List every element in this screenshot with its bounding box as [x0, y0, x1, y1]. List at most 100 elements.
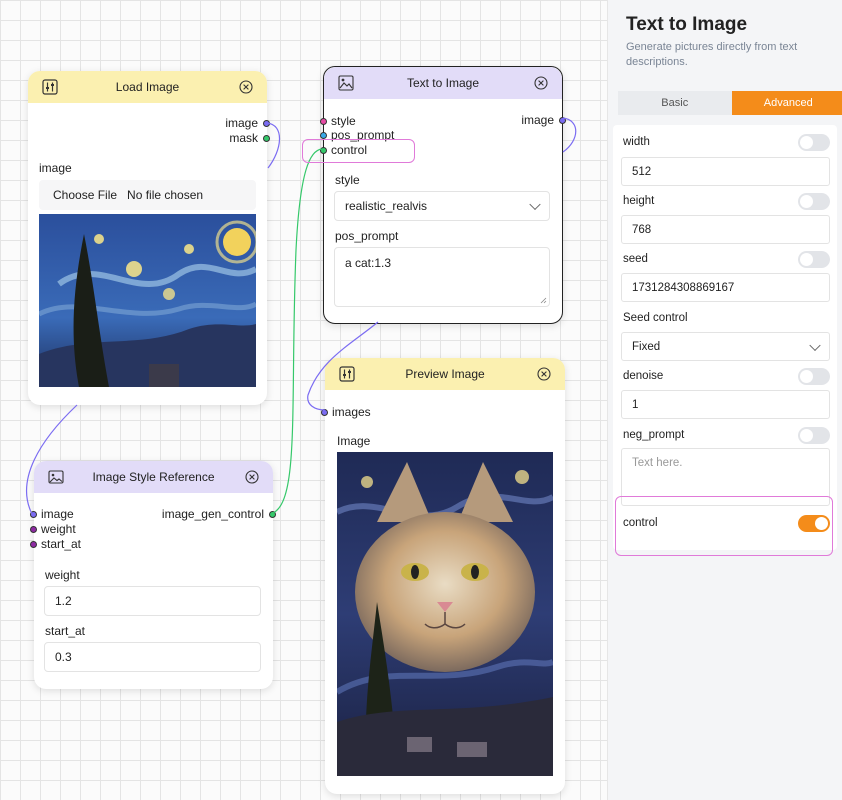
denoise-input[interactable]: 1 [621, 390, 830, 419]
port-dot[interactable] [320, 117, 327, 125]
port-dot[interactable] [30, 540, 37, 548]
node-title: Load Image [115, 80, 180, 94]
start-at-input[interactable]: 0.3 [44, 642, 261, 672]
sliders-icon [339, 366, 355, 382]
seed-input[interactable]: 1731284308869167 [621, 273, 830, 302]
port-label: mask [229, 131, 258, 145]
denoise-value: 1 [632, 398, 639, 411]
choose-file-button[interactable]: Choose File [53, 188, 117, 202]
output-port-image[interactable]: image [225, 116, 270, 130]
seed-label: seed [623, 253, 648, 265]
node-title: Image Style Reference [92, 470, 215, 484]
width-input[interactable]: 512 [621, 157, 830, 186]
tab-advanced[interactable]: Advanced [731, 91, 842, 115]
port-dot[interactable] [30, 510, 37, 518]
input-port-style[interactable]: style [320, 114, 356, 128]
output-port-image-gen-control[interactable]: image_gen_control [162, 507, 276, 521]
sidebar-subtitle: Generate pictures directly from text des… [626, 41, 798, 68]
weight-input[interactable]: 1.2 [44, 586, 261, 616]
image-field-label: Image [337, 434, 371, 448]
weight-field-label: weight [45, 568, 80, 582]
preview-image-node[interactable]: Preview Image images Image [321, 358, 565, 794]
port-dot[interactable] [263, 134, 270, 142]
wire-style-ref-to-control [272, 148, 323, 514]
node-title: Text to Image [406, 76, 480, 90]
node-title: Preview Image [405, 367, 485, 381]
input-port-start-at[interactable]: start_at [30, 537, 81, 551]
input-port-image[interactable]: image [30, 507, 74, 521]
seed-control-select[interactable]: Fixed [621, 332, 830, 361]
port-dot[interactable] [263, 119, 270, 127]
port-label: start_at [41, 537, 82, 551]
height-input[interactable]: 768 [621, 215, 830, 244]
image-icon [338, 75, 354, 91]
seed-toggle[interactable] [798, 251, 830, 268]
chevron-down-icon [529, 198, 541, 211]
port-label: images [332, 405, 371, 419]
sidebar-title: Text to Image [626, 14, 748, 35]
neg-prompt-textarea[interactable]: Text here. [621, 448, 830, 506]
text-to-image-header[interactable]: Text to Image [324, 67, 562, 99]
style-field-label: style [335, 173, 360, 187]
seed-control-value: Fixed [632, 340, 661, 353]
sidebar-tabs: Basic Advanced [618, 91, 842, 115]
pos-prompt-value: a cat:1.3 [345, 256, 392, 270]
port-dot[interactable] [269, 510, 276, 518]
load-image-header[interactable]: Load Image [28, 71, 267, 103]
cat-preview-image [337, 452, 553, 776]
height-toggle[interactable] [798, 193, 830, 210]
advanced-panel: width 512 height 768 seed 17312843088691… [613, 125, 837, 550]
port-dot[interactable] [30, 525, 37, 533]
width-toggle[interactable] [798, 134, 830, 151]
starry-night-thumbnail [39, 214, 256, 387]
input-port-weight[interactable]: weight [30, 522, 76, 536]
text-to-image-node[interactable]: Text to Image style pos_prompt control i… [320, 66, 566, 324]
port-label: image_gen_control [161, 507, 264, 521]
port-label: style [331, 114, 356, 128]
resize-handle-icon[interactable] [540, 297, 547, 304]
weight-value: 1.2 [55, 594, 72, 608]
port-dot[interactable] [321, 408, 328, 416]
port-label: pos_prompt [331, 128, 395, 142]
width-label: width [623, 136, 650, 148]
style-select[interactable]: realistic_realvis [334, 191, 550, 221]
neg-prompt-toggle[interactable] [798, 427, 830, 444]
chevron-down-icon [809, 339, 821, 351]
tab-basic[interactable]: Basic [618, 91, 732, 115]
width-value: 512 [632, 165, 652, 178]
image-style-reference-node[interactable]: Image Style Reference image weight start… [30, 461, 276, 689]
close-icon[interactable] [534, 76, 548, 90]
input-port-images[interactable]: images [321, 405, 371, 419]
seed-value: 1731284308869167 [632, 281, 735, 294]
start-at-value: 0.3 [55, 650, 72, 664]
output-port-mask[interactable]: mask [229, 131, 270, 145]
file-input[interactable]: Choose File No file chosen [39, 180, 256, 210]
style-reference-header[interactable]: Image Style Reference [34, 461, 273, 493]
input-port-control[interactable]: control [320, 143, 367, 157]
preview-image-header[interactable]: Preview Image [325, 358, 565, 390]
port-label: weight [41, 522, 76, 536]
load-image-node[interactable]: Load Image image mask image Choose File … [28, 71, 270, 405]
output-port-image[interactable]: image [521, 113, 566, 127]
neg-prompt-placeholder: Text here. [632, 457, 683, 469]
close-icon[interactable] [245, 470, 259, 484]
close-icon[interactable] [239, 80, 253, 94]
pos-prompt-textarea[interactable]: a cat:1.3 [334, 247, 550, 307]
port-dot[interactable] [320, 131, 327, 139]
image-style-icon [48, 470, 64, 484]
input-port-pos-prompt[interactable]: pos_prompt [320, 128, 394, 142]
port-label: control [331, 143, 368, 157]
control-toggle[interactable] [798, 515, 830, 532]
port-dot[interactable] [559, 116, 566, 124]
seed-control-label: Seed control [623, 312, 688, 324]
port-label: image [521, 113, 554, 127]
control-label: control [623, 517, 658, 529]
port-label: image [225, 116, 258, 130]
port-dot[interactable] [320, 146, 327, 154]
style-select-value: realistic_realvis [345, 199, 428, 213]
close-icon[interactable] [537, 367, 551, 381]
height-label: height [623, 195, 655, 207]
neg-prompt-label: neg_prompt [623, 429, 685, 441]
denoise-toggle[interactable] [798, 368, 830, 385]
image-field-label: image [39, 161, 72, 175]
